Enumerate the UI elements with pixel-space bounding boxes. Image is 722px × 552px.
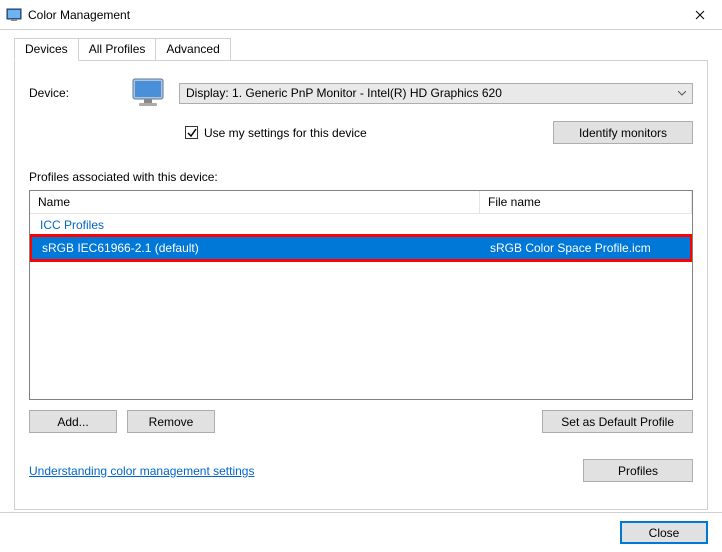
close-button[interactable]: Close (620, 521, 708, 544)
set-default-button[interactable]: Set as Default Profile (542, 410, 693, 433)
list-group-icc: ICC Profiles (30, 214, 692, 234)
use-my-settings-checkbox[interactable] (185, 126, 198, 139)
profiles-section-label: Profiles associated with this device: (29, 170, 693, 184)
device-dropdown[interactable]: Display: 1. Generic PnP Monitor - Intel(… (179, 83, 693, 104)
use-my-settings-label: Use my settings for this device (204, 126, 367, 140)
device-label: Device: (29, 86, 119, 100)
column-header-name[interactable]: Name (30, 191, 480, 213)
column-header-filename[interactable]: File name (480, 191, 692, 213)
list-item-name: sRGB IEC61966-2.1 (default) (32, 241, 482, 255)
add-button[interactable]: Add... (29, 410, 117, 433)
monitor-icon (129, 75, 169, 111)
close-icon[interactable] (677, 0, 722, 30)
understanding-link[interactable]: Understanding color management settings (29, 464, 254, 478)
tab-devices[interactable]: Devices (14, 38, 79, 61)
tab-advanced[interactable]: Advanced (155, 38, 230, 61)
list-item-filename: sRGB Color Space Profile.icm (482, 241, 690, 255)
app-icon (6, 7, 22, 23)
window-title: Color Management (28, 8, 677, 22)
chevron-down-icon (678, 88, 686, 99)
tab-bar: Devices All Profiles Advanced (14, 38, 708, 61)
profiles-button[interactable]: Profiles (583, 459, 693, 482)
tab-all-profiles[interactable]: All Profiles (78, 38, 157, 61)
device-dropdown-value: Display: 1. Generic PnP Monitor - Intel(… (186, 86, 502, 100)
profiles-listview: Name File name ICC Profiles sRGB IEC6196… (29, 190, 693, 400)
remove-button[interactable]: Remove (127, 410, 215, 433)
annotation-highlight: sRGB IEC61966-2.1 (default) sRGB Color S… (29, 234, 693, 262)
identify-monitors-button[interactable]: Identify monitors (553, 121, 693, 144)
list-item[interactable]: sRGB IEC61966-2.1 (default) sRGB Color S… (32, 237, 690, 259)
tab-panel-devices: Device: Display: 1. Generic PnP Monitor … (14, 60, 708, 510)
